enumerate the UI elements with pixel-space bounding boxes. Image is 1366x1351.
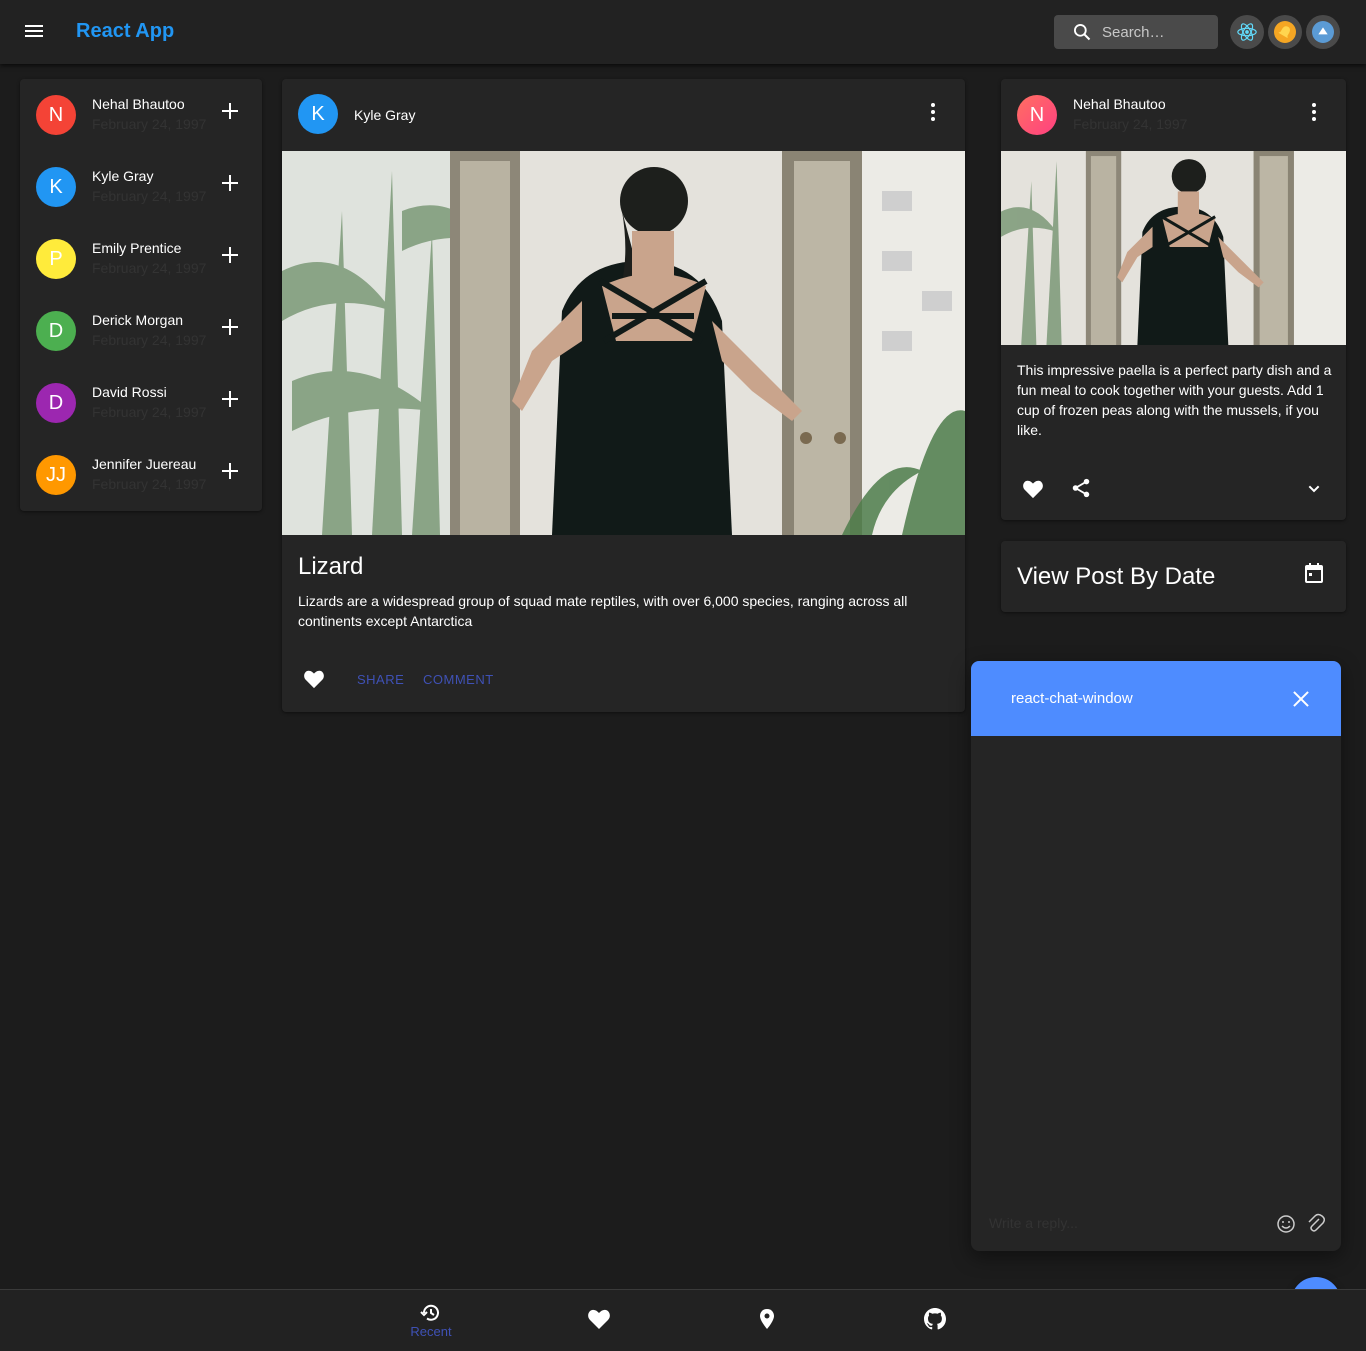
history-icon <box>420 1304 439 1321</box>
post-card: K Kyle Gray Lizard Lizards are a widespr… <box>282 79 965 712</box>
post-title: Lizard <box>298 553 364 580</box>
list-item: K Kyle Gray February 24, 1997 <box>36 151 246 223</box>
bell-icon[interactable] <box>1268 15 1302 49</box>
location-icon <box>760 1309 774 1329</box>
add-friend-button[interactable] <box>222 175 238 191</box>
friend-date: February 24, 1997 <box>92 332 207 348</box>
favorite-icon[interactable] <box>1022 479 1044 499</box>
emoji-icon[interactable] <box>1276 1214 1296 1234</box>
menu-icon[interactable] <box>24 22 48 42</box>
github-icon <box>924 1308 946 1330</box>
post-date: February 24, 1997 <box>1073 116 1188 132</box>
post-body: This impressive paella is a perfect part… <box>1017 362 1332 438</box>
list-item: P Emily Prentice February 24, 1997 <box>36 223 246 295</box>
app-title[interactable]: React App <box>76 20 174 43</box>
avatar: D <box>36 311 76 351</box>
friend-date: February 24, 1997 <box>92 260 207 276</box>
woman-at-window-photo <box>282 151 965 535</box>
avatar: N <box>1017 95 1057 135</box>
reply-input[interactable] <box>989 1215 1249 1231</box>
bottom-navigation: Recent <box>0 1289 1366 1351</box>
add-friend-button[interactable] <box>222 103 238 119</box>
friend-date: February 24, 1997 <box>92 476 207 492</box>
date-card-title: View Post By Date <box>1017 563 1216 590</box>
app-bar: React App <box>0 0 1366 64</box>
list-item: N Nehal Bhautoo February 24, 1997 <box>36 79 246 151</box>
friend-name: Emily Prentice <box>92 240 182 256</box>
close-icon[interactable] <box>1293 691 1309 707</box>
chat-window: react-chat-window <box>971 661 1341 1251</box>
message-list[interactable] <box>971 736 1341 1196</box>
favorite-icon <box>588 1309 610 1329</box>
friend-name: Derick Morgan <box>92 312 184 328</box>
avatar: P <box>36 239 76 279</box>
avatar: N <box>36 95 76 135</box>
avatar: D <box>36 383 76 423</box>
nav-recent-label: Recent <box>410 1324 452 1339</box>
post-author: Nehal Bhautoo <box>1073 96 1166 112</box>
cloud-icon[interactable] <box>1306 15 1340 49</box>
calendar-icon[interactable] <box>1304 562 1324 584</box>
post-image <box>282 151 965 535</box>
search-box[interactable] <box>1054 15 1218 49</box>
attachment-icon[interactable] <box>1305 1213 1325 1233</box>
avatar: K <box>36 167 76 207</box>
add-friend-button[interactable] <box>222 319 238 335</box>
list-item: JJ Jennifer Juereau February 24, 1997 <box>36 439 246 511</box>
search-input[interactable] <box>1102 23 1212 41</box>
friends-list: N Nehal Bhautoo February 24, 1997 K Kyle… <box>20 79 262 511</box>
friend-date: February 24, 1997 <box>92 404 207 420</box>
share-icon[interactable] <box>1070 477 1092 499</box>
add-friend-button[interactable] <box>222 391 238 407</box>
date-picker-card[interactable]: View Post By Date <box>1001 541 1346 612</box>
more-vert-icon[interactable] <box>931 103 935 121</box>
friend-name: Kyle Gray <box>92 168 154 184</box>
friend-date: February 24, 1997 <box>92 188 207 204</box>
nav-favorites[interactable] <box>559 1290 639 1351</box>
list-item: D David Rossi February 24, 1997 <box>36 367 246 439</box>
side-post-card: N Nehal Bhautoo February 24, 1997 This i… <box>1001 79 1346 520</box>
favorite-icon[interactable] <box>303 669 325 689</box>
add-friend-button[interactable] <box>222 247 238 263</box>
friend-name: Nehal Bhautoo <box>92 96 185 112</box>
share-button[interactable]: SHARE <box>357 672 404 687</box>
expand-more-icon[interactable] <box>1306 481 1322 497</box>
avatar: K <box>298 94 338 134</box>
friend-name: Jennifer Juereau <box>92 456 197 472</box>
post-image <box>1001 151 1346 345</box>
friend-name: David Rossi <box>92 384 167 400</box>
nav-recent[interactable]: Recent <box>391 1290 471 1351</box>
react-icon[interactable] <box>1230 15 1264 49</box>
comment-button[interactable]: COMMENT <box>423 672 494 687</box>
nav-github[interactable] <box>895 1290 975 1351</box>
post-body: Lizards are a widespread group of squad … <box>298 593 908 629</box>
chat-header: react-chat-window <box>971 661 1341 736</box>
search-icon <box>1074 24 1091 41</box>
nav-nearby[interactable] <box>727 1290 807 1351</box>
post-author: Kyle Gray <box>354 107 416 123</box>
add-friend-button[interactable] <box>222 463 238 479</box>
woman-at-window-photo <box>1001 151 1346 345</box>
more-vert-icon[interactable] <box>1312 103 1316 121</box>
friend-date: February 24, 1997 <box>92 116 207 132</box>
list-item: D Derick Morgan February 24, 1997 <box>36 295 246 367</box>
avatar: JJ <box>36 455 76 495</box>
chat-title: react-chat-window <box>1011 690 1133 707</box>
